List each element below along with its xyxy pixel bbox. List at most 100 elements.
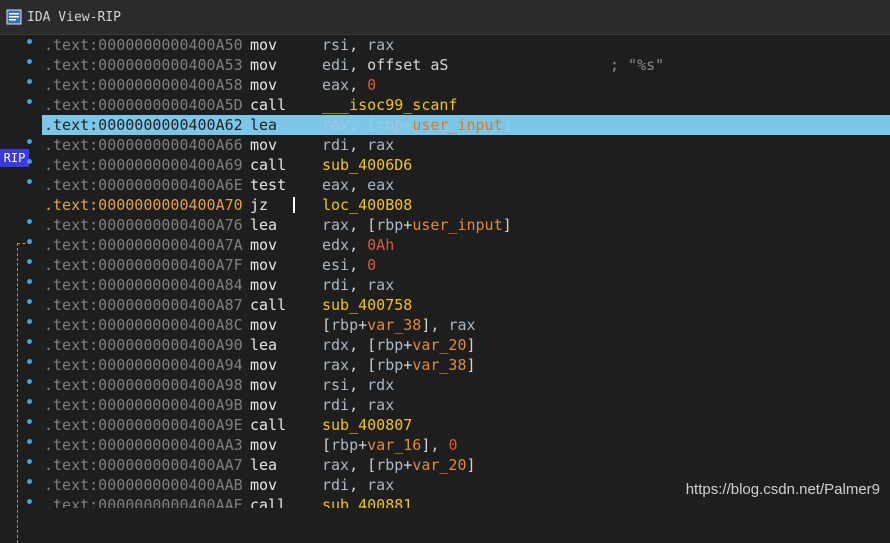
row-address[interactable]: .text:0000000000400A9E <box>44 415 243 435</box>
operand-symbol[interactable]: sub_400807 <box>322 416 412 434</box>
listing-row[interactable]: .text:0000000000400AA3 mov [rbp+var_16], 0 <box>42 435 890 455</box>
row-operands[interactable]: rax, [rbp+user_input] <box>322 215 512 235</box>
row-address[interactable]: .text:0000000000400A58 <box>44 75 243 95</box>
row-mnemonic[interactable]: call <box>250 95 286 115</box>
row-operands[interactable]: rdi, rax <box>322 395 394 415</box>
row-mnemonic[interactable]: lea <box>250 215 277 235</box>
operand-symbol[interactable]: ___isoc99_scanf <box>322 96 457 114</box>
breakpoint-dot[interactable] <box>27 499 32 504</box>
breakpoint-dot[interactable] <box>27 319 32 324</box>
row-mnemonic[interactable]: jz <box>250 195 268 215</box>
breakpoint-dot[interactable] <box>27 339 32 344</box>
row-mnemonic[interactable]: mov <box>250 255 277 275</box>
operand-variable[interactable]: var_38 <box>367 316 421 334</box>
listing-row[interactable]: .text:0000000000400A8C mov [rbp+var_38], r… <box>42 315 890 335</box>
breakpoint-dot[interactable] <box>27 399 32 404</box>
row-operands[interactable]: rdi, rax <box>322 135 394 155</box>
row-operands[interactable]: eax, 0 <box>322 75 376 95</box>
breakpoint-dot[interactable] <box>27 59 32 64</box>
row-operands[interactable]: esi, 0 <box>322 255 376 275</box>
listing-row[interactable]: .text:0000000000400A84 mov rdi, rax <box>42 275 890 295</box>
breakpoint-dot[interactable] <box>27 299 32 304</box>
row-operands[interactable]: sub_400881 <box>322 495 412 508</box>
row-address[interactable]: .text:0000000000400A62 <box>44 115 243 135</box>
row-operands[interactable]: sub_400807 <box>322 415 412 435</box>
operand-variable[interactable]: var_16 <box>367 436 421 454</box>
row-operands[interactable]: rdi, rax <box>322 475 394 495</box>
row-operands[interactable]: rax, [rbp+var_38] <box>322 355 476 375</box>
listing-row[interactable]: .text:0000000000400A90 lea rdx, [rbp+var_2… <box>42 335 890 355</box>
row-address[interactable]: .text:0000000000400A94 <box>44 355 243 375</box>
breakpoint-dot[interactable] <box>27 479 32 484</box>
operand-symbol[interactable]: sub_400758 <box>322 296 412 314</box>
row-mnemonic[interactable]: mov <box>250 55 277 75</box>
listing-row[interactable]: .text:0000000000400A53 mov edi, offset aS;… <box>42 55 890 75</box>
row-address[interactable]: .text:0000000000400A76 <box>44 215 243 235</box>
listing-row[interactable]: .text:0000000000400A94 mov rax, [rbp+var_3… <box>42 355 890 375</box>
breakpoint-dot[interactable] <box>27 439 32 444</box>
listing-row[interactable]: .text:0000000000400AA7 lea rax, [rbp+var_2… <box>42 455 890 475</box>
operand-symbol[interactable]: sub_400881 <box>322 496 412 508</box>
breakpoint-dot[interactable] <box>27 419 32 424</box>
row-address[interactable]: .text:0000000000400A6E <box>44 175 243 195</box>
row-operands[interactable]: rsi, rax <box>322 35 394 55</box>
row-operands[interactable]: rax, [rbp+user_input] <box>322 115 512 135</box>
listing-row[interactable]: .text:0000000000400A98 mov rsi, rdx <box>42 375 890 395</box>
row-operands[interactable]: sub_400758 <box>322 295 412 315</box>
row-address[interactable]: .text:0000000000400A7A <box>44 235 243 255</box>
row-address[interactable]: .text:0000000000400A98 <box>44 375 243 395</box>
operand-symbol[interactable]: sub_4006D6 <box>322 156 412 174</box>
row-address[interactable]: .text:0000000000400A9B <box>44 395 243 415</box>
breakpoint-dot[interactable] <box>27 99 32 104</box>
breakpoint-dot[interactable] <box>27 459 32 464</box>
row-mnemonic[interactable]: test <box>250 175 286 195</box>
row-mnemonic[interactable]: mov <box>250 355 277 375</box>
row-address[interactable]: .text:0000000000400AAB <box>44 475 243 495</box>
operand-variable[interactable]: user_input <box>412 116 502 134</box>
row-operands[interactable]: rdi, rax <box>322 275 394 295</box>
breakpoint-dot[interactable] <box>27 179 32 184</box>
row-mnemonic[interactable]: mov <box>250 35 277 55</box>
row-mnemonic[interactable]: call <box>250 155 286 175</box>
listing-row[interactable]: .text:0000000000400A62 lea rax, [rbp+user_… <box>42 115 890 135</box>
breakpoint-dot[interactable] <box>27 379 32 384</box>
row-operands[interactable]: rax, [rbp+var_20] <box>322 455 476 475</box>
breakpoint-dot[interactable] <box>27 359 32 364</box>
operand-symbol[interactable]: loc_400B08 <box>322 196 412 214</box>
row-mnemonic[interactable]: mov <box>250 475 277 495</box>
row-address[interactable]: .text:0000000000400A84 <box>44 275 243 295</box>
row-address[interactable]: .text:0000000000400A69 <box>44 155 243 175</box>
listing-row[interactable]: .text:0000000000400A70 jz loc_400B08 <box>42 195 890 215</box>
row-address[interactable]: .text:0000000000400AA3 <box>44 435 243 455</box>
row-operands[interactable]: [rbp+var_38], rax <box>322 315 476 335</box>
row-address[interactable]: .text:0000000000400A50 <box>44 35 243 55</box>
row-address[interactable]: .text:0000000000400AA7 <box>44 455 243 475</box>
row-mnemonic[interactable]: mov <box>250 235 277 255</box>
listing-row[interactable]: .text:0000000000400A7A mov edx, 0Ah <box>42 235 890 255</box>
listing-row[interactable]: .text:0000000000400A6E test eax, eax <box>42 175 890 195</box>
breakpoint-dot[interactable] <box>27 219 32 224</box>
row-mnemonic[interactable]: mov <box>250 275 277 295</box>
breakpoint-dot[interactable] <box>27 259 32 264</box>
operand-variable[interactable]: var_38 <box>412 356 466 374</box>
row-operands[interactable]: edi, offset aS <box>322 55 448 75</box>
row-address[interactable]: .text:0000000000400A87 <box>44 295 243 315</box>
row-address[interactable]: .text:0000000000400A70 <box>44 195 243 215</box>
row-mnemonic[interactable]: call <box>250 495 286 508</box>
operand-variable[interactable]: user_input <box>412 216 502 234</box>
row-mnemonic[interactable]: lea <box>250 115 277 135</box>
disassembly-listing[interactable]: .text:0000000000400A50 mov rsi, rax .text:0… <box>42 35 890 508</box>
listing-row[interactable]: .text:0000000000400A5D call ___isoc99_scan… <box>42 95 890 115</box>
listing-row[interactable]: .text:0000000000400A69 call sub_4006D6 <box>42 155 890 175</box>
row-operands[interactable]: ___isoc99_scanf <box>322 95 457 115</box>
row-address[interactable]: .text:0000000000400AAE <box>44 495 243 508</box>
row-operands[interactable]: rdx, [rbp+var_20] <box>322 335 476 355</box>
row-address[interactable]: .text:0000000000400A66 <box>44 135 243 155</box>
operand-variable[interactable]: var_20 <box>412 456 466 474</box>
row-operands[interactable]: [rbp+var_16], 0 <box>322 435 457 455</box>
row-address[interactable]: .text:0000000000400A90 <box>44 335 243 355</box>
listing-row[interactable]: .text:0000000000400A87 call sub_400758 <box>42 295 890 315</box>
row-address[interactable]: .text:0000000000400A8C <box>44 315 243 335</box>
row-address[interactable]: .text:0000000000400A7F <box>44 255 243 275</box>
listing-row[interactable]: .text:0000000000400A9B mov rdi, rax <box>42 395 890 415</box>
